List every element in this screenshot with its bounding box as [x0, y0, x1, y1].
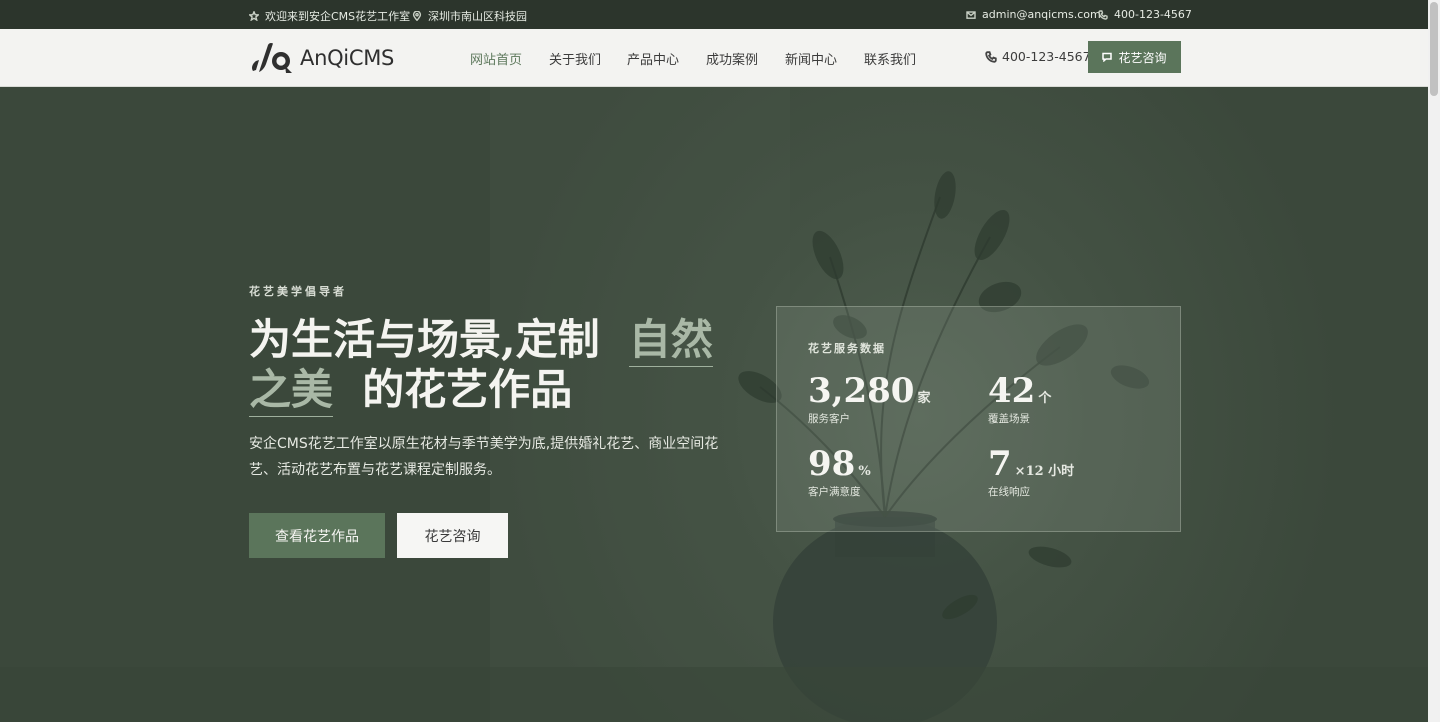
stat-unit: 个 [1038, 391, 1052, 406]
header-phone[interactable]: 400-123-4567 [985, 49, 1091, 64]
nav-item-cases[interactable]: 成功案例 [706, 49, 758, 68]
welcome-text: 欢迎来到安企CMS花艺工作室 [265, 10, 411, 23]
stat-label: 覆盖场景 [988, 413, 1030, 425]
email-item[interactable]: admin@anqicms.com [966, 8, 1101, 21]
scrollbar-thumb[interactable] [1430, 2, 1438, 96]
stat-value: 7 [988, 444, 1012, 484]
topbar-phone-item[interactable]: 400-123-4567 [1098, 8, 1192, 21]
hero-title-highlight: 自然 [628, 315, 713, 367]
nav-item-home[interactable]: 网站首页 [470, 49, 522, 68]
view-works-button[interactable]: 查看花艺作品 [249, 513, 385, 558]
location-pin-icon [412, 11, 422, 21]
stat-scenes: 42 个 覆盖场景 [988, 371, 1051, 426]
phone-icon [985, 50, 997, 63]
page-scrollbar[interactable] [1428, 0, 1440, 722]
logo-mark-icon [252, 43, 292, 73]
hero-section: 花艺美学倡导者 为生活与场景,定制 自然 之美 的花艺作品 安企CMS花艺工作室… [0, 87, 1428, 722]
stat-unit: 家 [917, 391, 931, 406]
stat-clients: 3,280 家 服务客户 [808, 371, 930, 426]
stat-label: 服务客户 [808, 413, 850, 425]
header-consult-button[interactable]: 花艺咨询 [1088, 41, 1181, 73]
logo[interactable]: AnQiCMS [250, 42, 394, 74]
hero-title-part2: 的花艺作品 [362, 365, 573, 414]
phone-icon [1098, 9, 1108, 20]
stats-title: 花艺服务数据 [808, 342, 886, 355]
address-text: 深圳市南山区科技园 [428, 10, 527, 23]
stats-card: 花艺服务数据 3,280 家 服务客户 42 个 覆盖场景 98% 客户满意度 7 ×… [776, 306, 1181, 532]
star-icon [249, 11, 259, 21]
hero-title: 为生活与场景,定制 自然 之美 的花艺作品 [249, 315, 749, 417]
hero-title-part1: 为生活与场景,定制 [249, 315, 600, 364]
nav-item-products[interactable]: 产品中心 [627, 49, 679, 68]
mail-icon [966, 10, 976, 19]
stat-unit: ×12 小时 [1014, 464, 1075, 479]
hero-consult-button[interactable]: 花艺咨询 [397, 513, 508, 558]
logo-text: AnQiCMS [300, 46, 395, 70]
stat-label: 在线响应 [988, 486, 1030, 498]
nav-item-contact[interactable]: 联系我们 [864, 49, 916, 68]
address-item: 深圳市南山区科技园 [412, 8, 527, 24]
welcome-item: 欢迎来到安企CMS花艺工作室 [249, 8, 410, 24]
stat-response: 7 ×12 小时 在线响应 [988, 444, 1074, 499]
hero-eyebrow: 花艺美学倡导者 [249, 285, 347, 298]
stat-value: 98 [808, 444, 856, 484]
stat-value: 3,280 [808, 371, 915, 411]
header-phone-text: 400-123-4567 [1002, 49, 1091, 64]
site-header: AnQiCMS 网站首页 关于我们 产品中心 成功案例 新闻中心 联系我们 40… [0, 29, 1428, 87]
stat-unit: % [858, 464, 871, 479]
stat-satisfaction: 98% 客户满意度 [808, 444, 871, 499]
header-consult-label: 花艺咨询 [1118, 50, 1167, 65]
topbar-phone-text[interactable]: 400-123-4567 [1114, 8, 1192, 21]
hero-description: 安企CMS花艺工作室以原生花材与季节美学为底,提供婚礼花艺、商业空间花艺、活动花… [249, 436, 719, 478]
hero-title-highlight-cont: 之美 [249, 365, 334, 417]
stat-label: 客户满意度 [808, 486, 861, 498]
top-info-bar: 欢迎来到安企CMS花艺工作室 深圳市南山区科技园 admin@anqicms.c… [0, 0, 1428, 29]
email-link[interactable]: admin@anqicms.com [982, 8, 1101, 21]
nav-item-about[interactable]: 关于我们 [549, 49, 601, 68]
stat-value: 42 [988, 371, 1036, 411]
nav-item-news[interactable]: 新闻中心 [785, 49, 837, 68]
chat-icon [1102, 52, 1113, 62]
